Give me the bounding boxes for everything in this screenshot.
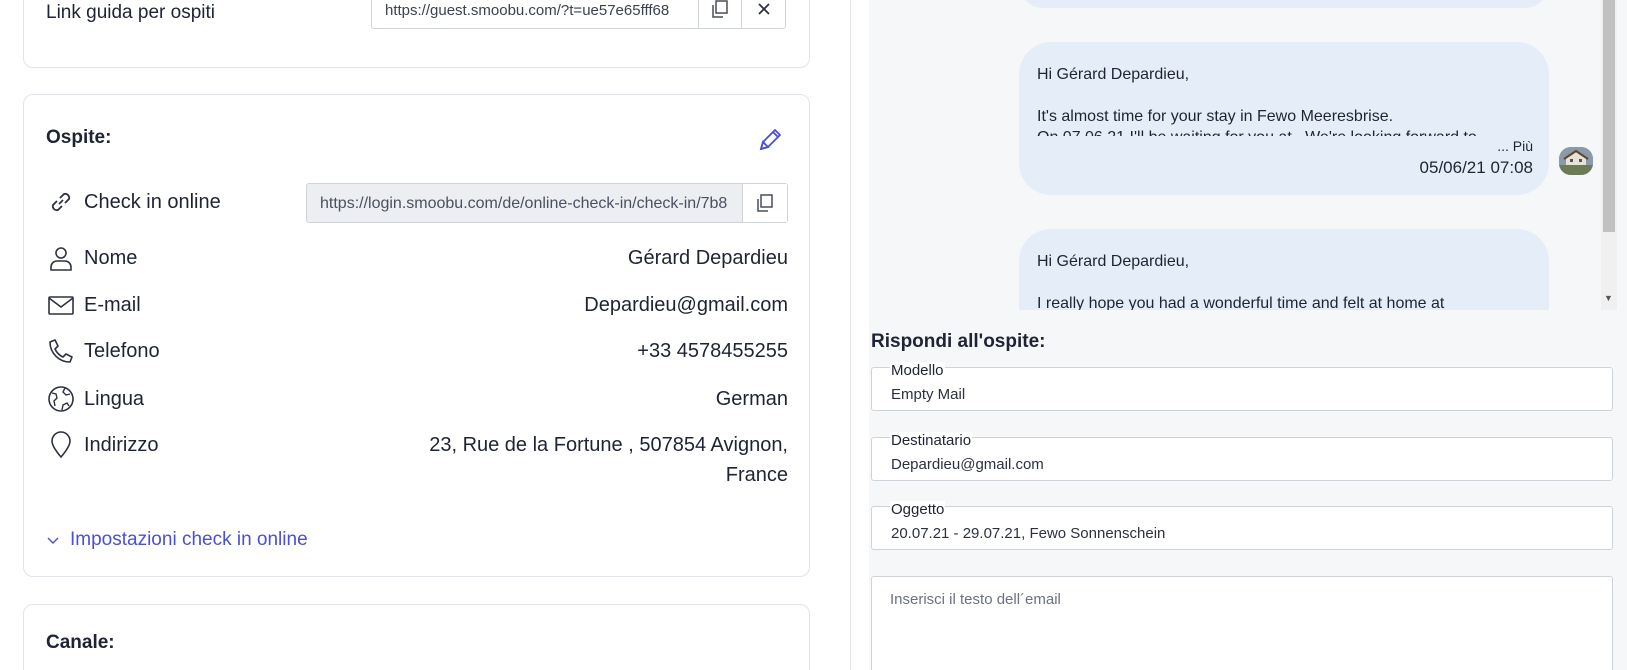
message-body: I really hope you had a wonderful time a… — [1037, 295, 1445, 310]
recipient-label: Destinatario — [890, 432, 973, 450]
language-label: Lingua — [84, 388, 145, 410]
message-greeting: Hi Gérard Depardieu, — [1037, 66, 1190, 83]
checkin-label: Check in online — [84, 191, 221, 213]
subject-label: Oggetto — [890, 501, 946, 519]
address-label: Indirizzo — [84, 434, 159, 456]
booking-details-panel: Link guida per ospiti https://guest.smoo… — [0, 0, 848, 670]
reply-section-title: Rispondi all'ospite: — [871, 331, 1046, 352]
guest-card: Ospite: Check in online https://login.sm… — [23, 94, 810, 577]
address-row: Indirizzo 23, Rue de la Fortune , 507854… — [46, 430, 788, 490]
user-icon — [46, 243, 76, 273]
name-row: Nome Gérard Depardieu — [46, 243, 788, 273]
subject-field[interactable]: Oggetto 20.07.21 - 29.07.21, Fewo Sonnen… — [871, 501, 1613, 550]
location-pin-icon — [46, 430, 76, 460]
template-select[interactable]: Modello Empty Mail — [871, 362, 1613, 411]
copy-guide-link-button[interactable] — [699, 0, 742, 28]
message-body-continued: On 07.06.21 I'll be waiting for you at .… — [1037, 127, 1531, 136]
message-body: It's almost time for your stay in Fewo M… — [1037, 108, 1394, 125]
mail-icon — [46, 290, 76, 320]
checkin-link-field[interactable]: https://login.smoobu.com/de/online-check… — [306, 183, 788, 223]
recipient-value[interactable]: Depardieu@gmail.com — [891, 456, 1044, 473]
scroll-down-arrow[interactable]: ▼ — [1604, 293, 1613, 303]
globe-icon — [46, 384, 76, 414]
close-icon — [757, 3, 770, 15]
message-bubble: Hi Gérard Depardieu, It's almost time fo… — [1019, 42, 1549, 195]
phone-icon — [46, 336, 76, 366]
checkin-url[interactable]: https://login.smoobu.com/de/online-check… — [307, 184, 743, 222]
address-line-1: 23, Rue de la Fortune , 507854 Avignon, — [429, 434, 788, 456]
name-value: Gérard Depardieu — [627, 247, 788, 269]
guest-guide-label: Link guida per ospiti — [46, 2, 215, 23]
panel-divider — [850, 0, 851, 670]
guest-section-title: Ospite: — [46, 127, 112, 148]
chat-scrollbar-thumb[interactable] — [1603, 0, 1615, 232]
email-row: E-mail Depardieu@gmail.com — [46, 290, 788, 320]
name-label: Nome — [84, 247, 138, 269]
phone-value[interactable]: +33 4578455255 — [637, 336, 788, 366]
guest-guide-card: Link guida per ospiti https://guest.smoo… — [23, 0, 810, 68]
address-line-2: France — [725, 464, 788, 486]
chevron-down-icon — [47, 537, 59, 544]
template-value[interactable]: Empty Mail — [891, 386, 965, 403]
message-greeting: Hi Gérard Depardieu, — [1037, 253, 1190, 270]
channel-section-title: Canale: — [46, 632, 115, 653]
message-bubble — [1019, 0, 1549, 8]
show-more-link[interactable]: ... Più — [1497, 138, 1533, 154]
guest-guide-url[interactable]: https://guest.smoobu.com/?t=ue57e65fff68 — [372, 0, 699, 28]
message-bubble: Hi Gérard Depardieu, I really hope you h… — [1019, 229, 1549, 310]
language-row: Lingua German — [46, 384, 788, 414]
copy-icon — [757, 194, 773, 212]
messaging-panel: Hi Gérard Depardieu, It's almost time fo… — [869, 0, 1627, 670]
email-label: E-mail — [84, 294, 141, 316]
phone-row: Telefono +33 4578455255 — [46, 336, 788, 366]
copy-icon — [712, 0, 728, 18]
email-body-textarea[interactable]: Inserisci il testo dell´email — [871, 576, 1613, 670]
email-value[interactable]: Depardieu@gmail.com — [584, 290, 788, 320]
checkin-settings-label: Impostazioni check in online — [70, 529, 308, 550]
address-value: 23, Rue de la Fortune , 507854 Avignon, … — [429, 430, 788, 490]
link-icon — [46, 187, 76, 217]
phone-label: Telefono — [84, 340, 160, 362]
remove-guide-link-button[interactable] — [742, 0, 785, 28]
copy-checkin-link-button[interactable] — [743, 184, 787, 222]
subject-value[interactable]: 20.07.21 - 29.07.21, Fewo Sonnenschein — [891, 525, 1165, 542]
recipient-field[interactable]: Destinatario Depardieu@gmail.com — [871, 432, 1613, 481]
template-label: Modello — [890, 362, 945, 380]
message-text: Hi Gérard Depardieu, It's almost time fo… — [1037, 64, 1531, 136]
checkin-settings-toggle[interactable]: Impostazioni check in online — [46, 529, 308, 551]
channel-card: Canale: — [23, 604, 810, 670]
guest-guide-link-field[interactable]: https://guest.smoobu.com/?t=ue57e65fff68 — [371, 0, 786, 29]
property-avatar — [1559, 147, 1593, 175]
language-value: German — [715, 388, 788, 410]
pencil-icon[interactable] — [755, 125, 785, 155]
message-timestamp: 05/06/21 07:08 — [1419, 158, 1533, 177]
chat-history[interactable]: Hi Gérard Depardieu, It's almost time fo… — [869, 0, 1617, 310]
